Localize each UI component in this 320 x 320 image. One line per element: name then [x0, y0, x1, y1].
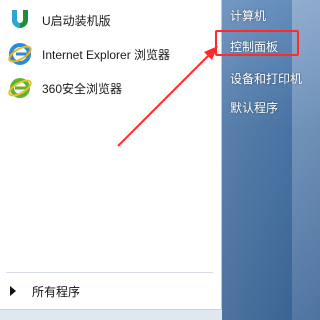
- annotation-arrow: [117, 46, 218, 147]
- start-menu: U启动装机版 Internet Explorer 浏览器 360安全浏览器 所有…: [0, 0, 320, 320]
